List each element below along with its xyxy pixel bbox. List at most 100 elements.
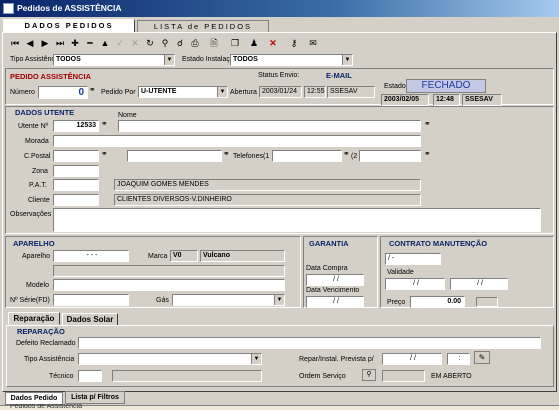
aparelho-label: Aparelho	[22, 253, 51, 260]
garantia-section-title: GARANTIA	[309, 239, 349, 248]
confirm-icon[interactable]: ✓	[113, 36, 127, 50]
zona-input[interactable]	[53, 165, 99, 177]
taskbar-text: Pedidos de Assistência	[10, 404, 82, 410]
numero-label: Número	[10, 89, 35, 96]
telefones-label: Telefones(1	[233, 153, 270, 160]
pat-code-input[interactable]	[53, 179, 99, 191]
tel2-label: (2	[351, 153, 358, 160]
telefone2-input[interactable]	[359, 150, 421, 162]
chevron-down-icon[interactable]: ▼	[164, 55, 174, 65]
gas-label: Gás	[156, 297, 169, 304]
up-icon[interactable]: ▲	[98, 36, 112, 50]
calendar-icon[interactable]: ✎	[474, 351, 490, 364]
binoculars-icon[interactable]: ⚭	[101, 119, 108, 128]
bottom-tab-lista-filtros[interactable]: Lista p/ Filtros	[65, 391, 125, 404]
modelo-input[interactable]	[53, 279, 285, 291]
chevron-down-icon[interactable]: ▼	[342, 55, 352, 65]
pedido-por-select[interactable]: U-UTENTE ▼	[138, 86, 228, 98]
morada-label: Morada	[25, 138, 49, 145]
telefone1-input[interactable]	[272, 150, 342, 162]
tipo-assistencia-label: Tipo Assistência	[24, 356, 75, 363]
preco-input[interactable]: 0.00	[410, 296, 465, 308]
serie-input[interactable]	[53, 294, 129, 306]
next-record-icon[interactable]: ▶	[38, 36, 52, 50]
preco-extra	[476, 297, 498, 307]
close-icon[interactable]: ✕	[266, 36, 280, 50]
serie-label: Nº Série(FD)	[10, 297, 50, 304]
tecnico-input[interactable]	[78, 370, 102, 382]
chevron-down-icon[interactable]: ▼	[251, 354, 261, 364]
preview-icon[interactable]: 🗎	[207, 36, 221, 50]
estado-pedido-badge: FECHADO	[406, 79, 486, 93]
delete-icon[interactable]: ━	[83, 36, 97, 50]
nome-input[interactable]	[118, 120, 421, 132]
ordem-servico-label: Ordem Serviço	[299, 373, 346, 380]
contrato-input[interactable]: / -	[385, 253, 441, 265]
binoculars-icon[interactable]: ⚭	[424, 119, 431, 128]
prevista-date-input[interactable]: / /	[382, 353, 442, 365]
copy-icon[interactable]: ❐	[228, 36, 242, 50]
abertura-label: Abertura	[230, 89, 257, 96]
aparelho-desc	[53, 265, 285, 277]
tipo-select[interactable]: TODOS ▼	[53, 54, 175, 66]
validade-from-input[interactable]: / /	[385, 278, 445, 290]
refresh-icon[interactable]: ↻	[143, 36, 157, 50]
tecnico-label: Técnico	[49, 373, 74, 380]
validade-to-input[interactable]: / /	[450, 278, 508, 290]
ordem-servico-icon[interactable]: ⚲	[362, 369, 376, 381]
pat-label: P.A.T.	[29, 182, 47, 189]
observacoes-label: Observações	[10, 211, 52, 218]
email-label: E-MAIL	[326, 71, 352, 80]
gas-select[interactable]: ▼	[172, 294, 285, 306]
estado-date: 2003/02/05	[381, 94, 429, 106]
abertura-date: 2003/01/24	[259, 86, 302, 98]
observacoes-textarea[interactable]	[53, 208, 541, 232]
aparelho-section-title: APARELHO	[13, 239, 55, 248]
binoculars-icon[interactable]: ⚭	[343, 149, 350, 158]
mail-icon[interactable]: ✉	[306, 36, 320, 50]
aparelho-input[interactable]: - - -	[53, 250, 129, 262]
cpostal-input[interactable]	[53, 150, 99, 162]
marca-code: V0	[170, 250, 198, 262]
binoculars-icon[interactable]: ⚭	[101, 149, 108, 158]
last-record-icon[interactable]: ⏭	[53, 36, 67, 50]
zona-label: Zona	[32, 168, 48, 175]
pedido-section-title: PEDIDO ASSISTÊNCIA	[10, 72, 91, 81]
first-record-icon[interactable]: ⏮	[8, 36, 22, 50]
app-icon	[3, 3, 14, 14]
key-icon[interactable]: ⚷	[287, 36, 301, 50]
prev-record-icon[interactable]: ◀	[23, 36, 37, 50]
data-compra-input[interactable]: / /	[306, 274, 364, 286]
abertura-user: SSESAV	[327, 86, 375, 98]
tipo-assistencia-select[interactable]: ▼	[78, 353, 262, 365]
subtab-reparacao[interactable]: Reparação	[8, 312, 60, 325]
cliente-code-input[interactable]	[53, 194, 99, 206]
defeito-input[interactable]	[78, 337, 541, 349]
marca-label: Marca	[148, 253, 168, 260]
status-envio-label: Status Envio:	[258, 72, 300, 79]
estado-user: SSESAV	[462, 94, 502, 106]
find-icon[interactable]: ⚲	[158, 36, 172, 50]
binoculars-icon[interactable]: ⚭	[89, 85, 96, 94]
localidade-input[interactable]	[127, 150, 222, 162]
cancel-icon[interactable]: ✕	[128, 36, 142, 50]
marca-value: Vulcano	[200, 250, 285, 262]
data-vencimento-input[interactable]: / /	[306, 296, 364, 308]
chevron-down-icon[interactable]: ▼	[217, 87, 227, 97]
chevron-down-icon[interactable]: ▼	[274, 295, 284, 305]
pedido-por-label: Pedido Por	[101, 89, 136, 96]
data-compra-label: Data Compra	[306, 265, 348, 272]
add-icon[interactable]: ✚	[68, 36, 82, 50]
search-icon[interactable]: ☌	[173, 36, 187, 50]
estado-time: 12:48	[433, 94, 460, 106]
binoculars-icon[interactable]: ⚭	[424, 149, 431, 158]
users-icon[interactable]: ♟	[247, 36, 261, 50]
morada-input[interactable]	[53, 135, 421, 147]
data-vencimento-label: Data Vencimento	[306, 287, 360, 294]
binoculars-icon[interactable]: ⚭	[223, 149, 230, 158]
tab-dados-pedidos[interactable]: DADOS PEDIDOS	[3, 19, 135, 32]
prevista-time-input[interactable]: :	[447, 353, 470, 365]
utente-value[interactable]: 12533	[53, 120, 99, 132]
estado-select[interactable]: TODOS ▼	[230, 54, 353, 66]
print-icon[interactable]: ⎙	[188, 36, 202, 50]
